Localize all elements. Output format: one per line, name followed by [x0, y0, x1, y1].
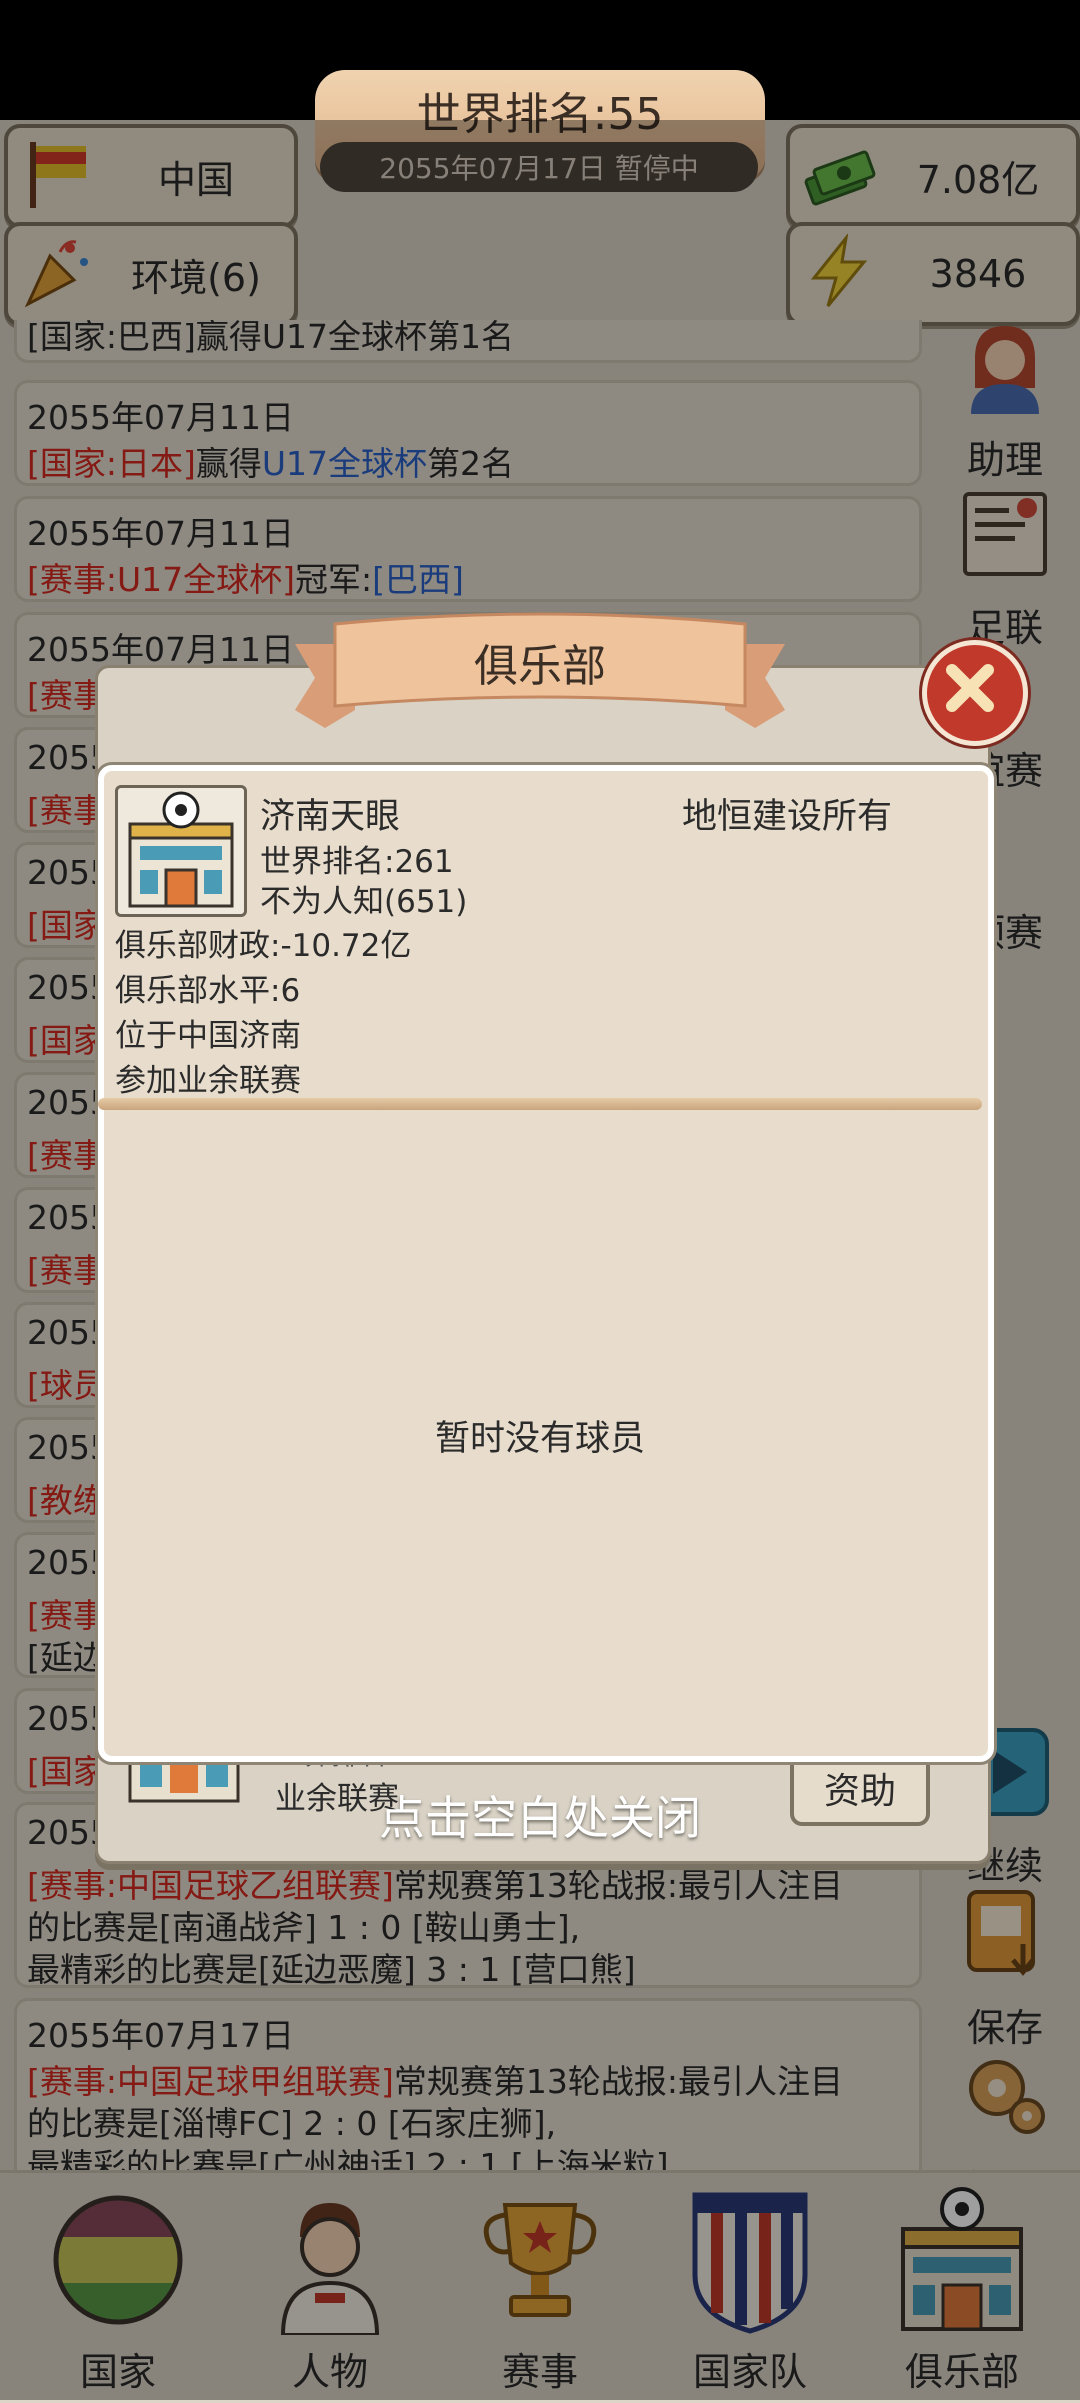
empty-players-message: 暂时没有球员	[434, 1419, 645, 1459]
club-world-rank: 世界排名:261	[260, 844, 454, 880]
club-finance: 俱乐部财政:-10.72亿	[115, 928, 412, 964]
dialog-title-ribbon: 俱乐部	[295, 610, 785, 730]
club-fame: 不为人知(651)	[260, 884, 468, 920]
panel-divider	[98, 1098, 982, 1110]
club-location: 位于中国济南	[115, 1018, 301, 1054]
club-league: 参加业余联赛	[115, 1063, 301, 1099]
close-button[interactable]	[922, 640, 1028, 746]
club-owner: 地恒建设所有	[682, 797, 893, 837]
club-level: 俱乐部水平:6	[115, 973, 301, 1009]
club-name: 济南天眼	[260, 797, 401, 837]
club-logo	[115, 785, 247, 917]
tap-to-close-hint: 点击空白处关闭	[379, 1791, 701, 1845]
close-icon	[946, 664, 994, 712]
dialog-title: 俱乐部	[474, 641, 606, 692]
club-building-icon	[128, 791, 234, 908]
